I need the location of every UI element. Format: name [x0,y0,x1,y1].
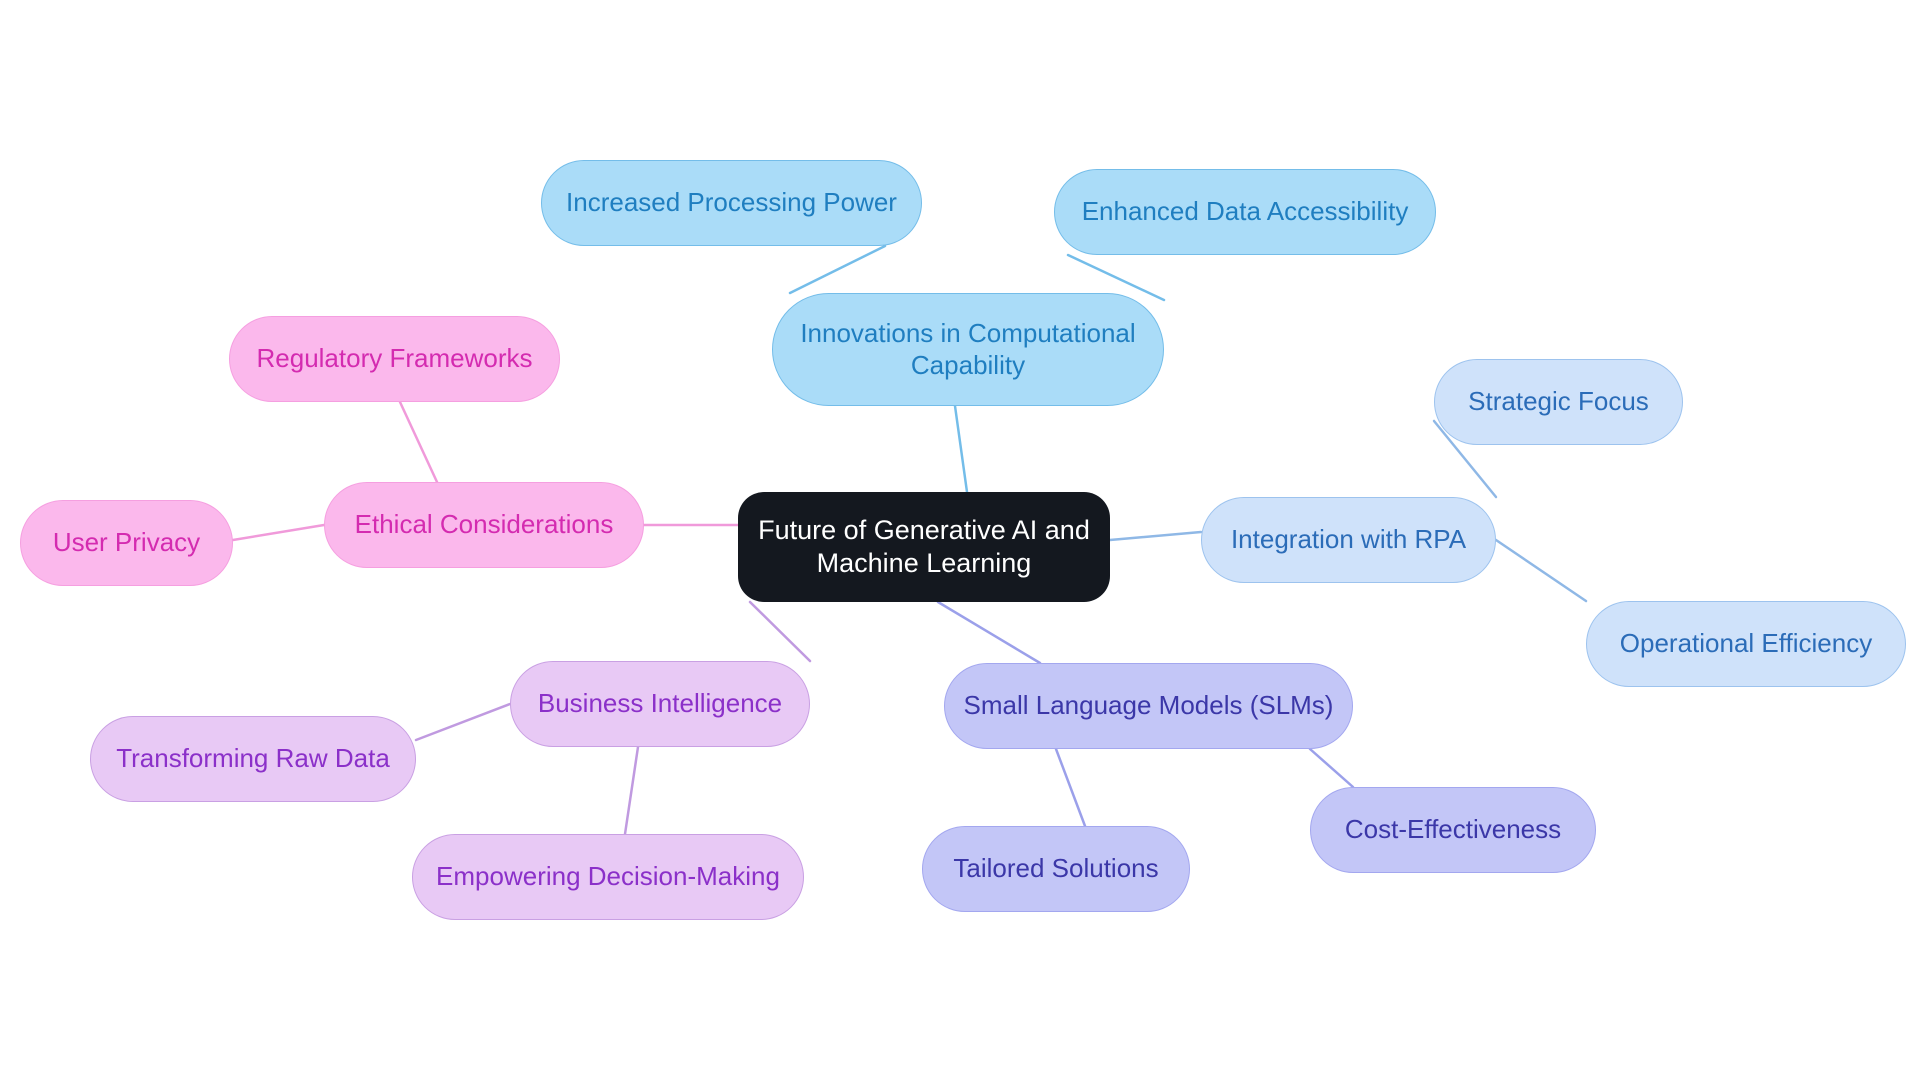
mindmap-node-user-privacy[interactable]: User Privacy [20,500,233,586]
mindmap-node-label: Ethical Considerations [354,509,614,540]
mindmap-node-label: Strategic Focus [1468,386,1649,417]
mindmap-node-empowering-decision-making[interactable]: Empowering Decision-Making [412,834,804,920]
mindmap-node-label: Future of Generative AI and Machine Lear… [758,515,1090,578]
mindmap-edge-root-innovations [953,404,969,494]
mindmap-edge-root-integration-rpa [1108,530,1203,542]
mindmap-edge-root-small-language-models [936,600,1042,665]
mindmap-node-enhanced-data-accessibility[interactable]: Enhanced Data Accessibility [1054,169,1436,255]
mindmap-canvas: Future of Generative AI and Machine Lear… [0,0,1920,1083]
mindmap-node-strategic-focus[interactable]: Strategic Focus [1434,359,1683,445]
mindmap-node-label: Operational Efficiency [1619,628,1873,659]
mindmap-node-innovations[interactable]: Innovations in Computational Capability [772,293,1164,406]
mindmap-node-label: Enhanced Data Accessibility [1081,196,1409,227]
mindmap-node-operational-efficiency[interactable]: Operational Efficiency [1586,601,1906,687]
mindmap-edge-ethical-user-privacy [231,523,326,542]
mindmap-node-label: Empowering Decision-Making [436,861,780,892]
mindmap-edge-slm-cost-effectiveness [1308,747,1355,789]
mindmap-node-ethical-considerations[interactable]: Ethical Considerations [324,482,644,568]
mindmap-node-business-intelligence[interactable]: Business Intelligence [510,661,810,747]
mindmap-node-label: Regulatory Frameworks [256,343,533,374]
mindmap-node-tailored-solutions[interactable]: Tailored Solutions [922,826,1190,912]
mindmap-node-label: User Privacy [52,527,201,558]
mindmap-node-small-language-models[interactable]: Small Language Models (SLMs) [944,663,1353,749]
mindmap-node-regulatory-frameworks[interactable]: Regulatory Frameworks [229,316,560,402]
mindmap-node-label: Tailored Solutions [953,853,1159,884]
mindmap-edge-bi-transforming-raw-data [414,702,512,742]
mindmap-node-label: Increased Processing Power [566,187,897,218]
mindmap-node-cost-effectiveness[interactable]: Cost-Effectiveness [1310,787,1596,873]
mindmap-node-label: Innovations in Computational Capability [800,317,1136,380]
mindmap-edge-root-business-intelligence [748,600,812,663]
mindmap-edge-slm-tailored-solutions [1054,747,1087,828]
mindmap-edge-rpa-operational-efficiency [1494,538,1588,603]
mindmap-node-transforming-raw-data[interactable]: Transforming Raw Data [90,716,416,802]
mindmap-node-root[interactable]: Future of Generative AI and Machine Lear… [738,492,1110,602]
mindmap-node-label: Business Intelligence [537,688,783,719]
mindmap-node-increased-processing-power[interactable]: Increased Processing Power [541,160,922,246]
mindmap-node-label: Cost-Effectiveness [1344,814,1562,845]
mindmap-node-integration-with-rpa[interactable]: Integration with RPA [1201,497,1496,583]
mindmap-node-label: Transforming Raw Data [116,743,390,774]
mindmap-edge-innovations-increased-processing [788,244,887,295]
mindmap-edge-bi-empowering-decision-making [623,745,640,836]
mindmap-node-label: Small Language Models (SLMs) [963,690,1334,721]
mindmap-node-label: Integration with RPA [1230,524,1467,555]
mindmap-edge-ethical-regulatory-frameworks [398,400,439,484]
